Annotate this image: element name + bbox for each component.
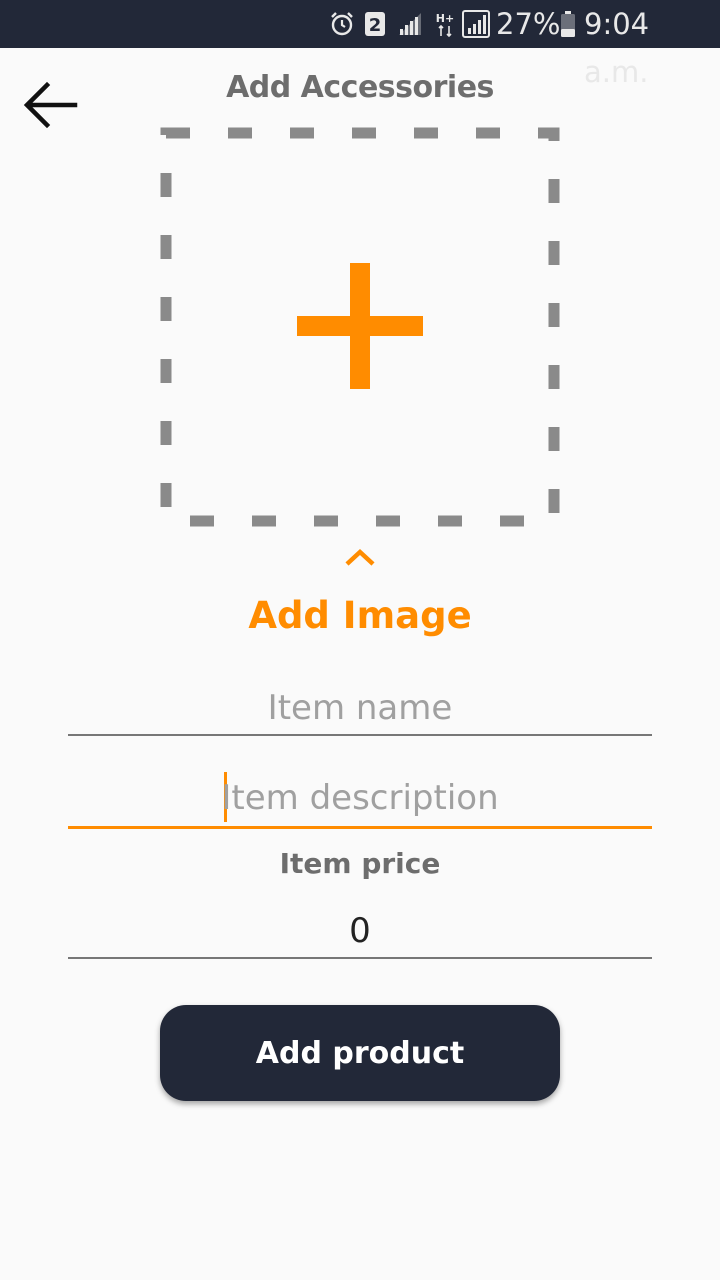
signal-icon bbox=[396, 0, 424, 48]
signal-icon bbox=[462, 0, 490, 48]
page-title: Add Accessories bbox=[226, 70, 494, 105]
hplus-data-icon: H+ bbox=[434, 0, 456, 48]
dashed-frame bbox=[160, 127, 560, 527]
sim2-icon: 2 bbox=[364, 0, 386, 48]
image-picker[interactable] bbox=[160, 127, 560, 527]
chevron-up-icon[interactable] bbox=[340, 544, 380, 570]
item-price-value: 0 bbox=[349, 911, 371, 951]
item-description-underline bbox=[68, 826, 652, 829]
item-name-field[interactable]: Item name bbox=[68, 680, 652, 736]
item-price-field[interactable]: 0 bbox=[68, 904, 652, 959]
plus-icon bbox=[297, 263, 423, 389]
item-name-placeholder: Item name bbox=[267, 688, 453, 728]
item-price-label: Item price bbox=[279, 847, 441, 880]
sim-number: 2 bbox=[369, 15, 382, 36]
battery-icon bbox=[558, 0, 578, 48]
clock: 9:04 a.m. bbox=[584, 7, 650, 89]
data-type-label: H+ bbox=[436, 12, 454, 25]
add-product-button[interactable]: Add product bbox=[160, 1005, 560, 1101]
battery-percent: 27% bbox=[496, 7, 561, 41]
item-price-underline bbox=[68, 957, 652, 959]
item-name-underline bbox=[68, 734, 652, 736]
add-image-label[interactable]: Add Image bbox=[0, 590, 720, 642]
alarm-icon bbox=[328, 0, 356, 48]
status-bar: 2 H+ 27% 9:04 a.m. bbox=[0, 0, 720, 89]
item-description-field[interactable]: Item description bbox=[68, 770, 652, 829]
item-description-placeholder: Item description bbox=[221, 778, 499, 818]
